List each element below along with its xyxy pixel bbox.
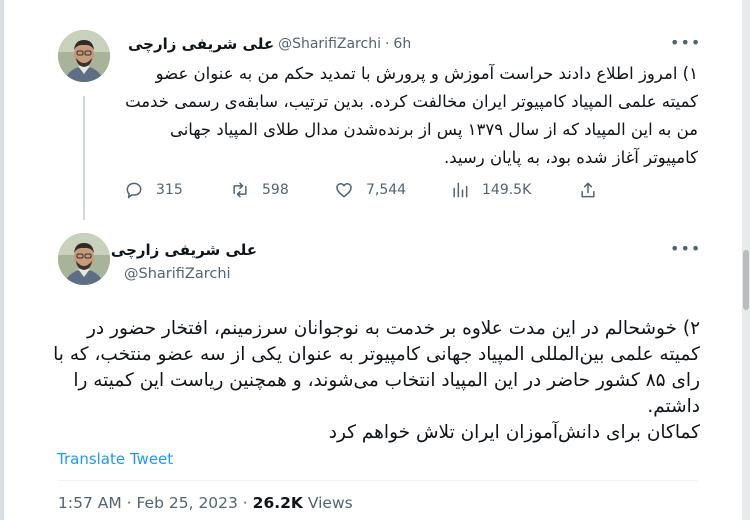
tweet1-header: علی شریفی زارچی @SharifiZarchi · 6h xyxy=(128,34,411,54)
views-count: 149.5K xyxy=(482,182,532,198)
tweet2-text: ۲) خوشحالم در این مدت علاوه بر خدمت به ن… xyxy=(53,318,700,443)
author-name[interactable]: علی شریفی زارچی xyxy=(111,241,257,259)
retweet-button[interactable]: 598 xyxy=(230,176,289,204)
author-handle[interactable]: @SharifiZarchi xyxy=(278,36,381,52)
like-count: 7,544 xyxy=(366,182,407,198)
avatar-photo xyxy=(58,233,110,285)
author-handle[interactable]: @SharifiZarchi xyxy=(124,266,264,282)
views-button[interactable]: 149.5K xyxy=(450,176,531,204)
tweet-timestamp[interactable]: 1:57 AM · Feb 25, 2023 · xyxy=(58,494,253,512)
retweet-count: 598 xyxy=(262,182,289,198)
heart-icon xyxy=(336,183,352,198)
thread-connector-line xyxy=(83,96,85,220)
tweet1-actions: 315 598 7,544 149.5K xyxy=(120,176,620,204)
tweet1-text: ۱) امروز اطلاع دادند حراست آموزش و پرورش… xyxy=(125,64,698,167)
more-dots-icon[interactable]: ••• xyxy=(670,241,700,257)
divider xyxy=(58,480,698,481)
tweet2-meta: 1:57 AM · Feb 25, 2023 · 26.2K Views xyxy=(58,494,353,512)
window-frame-left xyxy=(0,0,4,520)
share-icon xyxy=(581,182,595,198)
retweet-icon xyxy=(233,182,247,198)
avatar-photo xyxy=(58,30,110,82)
reply-count: 315 xyxy=(156,182,183,198)
analytics-icon xyxy=(453,182,468,198)
share-button[interactable] xyxy=(578,176,610,204)
reply-button[interactable]: 315 xyxy=(124,176,183,204)
translate-tweet-link[interactable]: Translate Tweet xyxy=(57,450,173,468)
avatar[interactable] xyxy=(58,30,110,82)
tweet-time[interactable]: 6h xyxy=(393,36,411,52)
scrollbar-track[interactable] xyxy=(742,0,750,520)
comment-icon xyxy=(126,182,142,199)
views-count: 26.2K xyxy=(252,494,303,512)
scrollbar-thumb[interactable] xyxy=(743,250,749,310)
more-dots-icon[interactable]: ••• xyxy=(670,35,700,51)
avatar[interactable] xyxy=(58,233,110,285)
meta-separator: · xyxy=(384,36,390,52)
author-name[interactable]: علی شریفی زارچی xyxy=(128,35,274,53)
like-button[interactable]: 7,544 xyxy=(334,176,406,204)
views-label: Views xyxy=(302,494,353,512)
